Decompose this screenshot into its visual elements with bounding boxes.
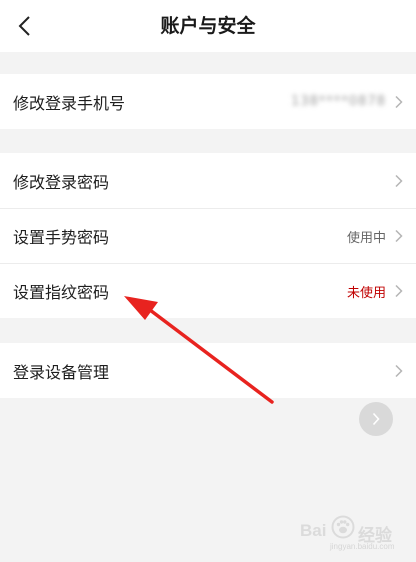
group-passwords: 修改登录密码 设置手势密码 使用中 设置指纹密码 未使用 [0, 153, 416, 318]
baidu-jingyan-watermark: Bai 经验 jingyan.baidu.com [300, 503, 410, 553]
status-in-use: 使用中 [346, 230, 386, 246]
chevron-right-icon [395, 174, 403, 187]
floating-forward-button[interactable] [359, 402, 393, 436]
chevron-right-icon [395, 364, 403, 377]
watermark-brand-left: Bai [300, 521, 327, 540]
chevron-right-icon [372, 412, 380, 426]
set-fingerprint-password-item[interactable]: 设置指纹密码 未使用 [0, 263, 416, 318]
chevron-right-icon [395, 229, 403, 243]
row-label: 设置指纹密码 [13, 283, 110, 302]
page-title: 账户与安全 [160, 15, 256, 37]
chevron-left-icon [18, 16, 30, 36]
change-login-password-item[interactable]: 修改登录密码 [0, 153, 416, 208]
status-unused: 未使用 [346, 285, 386, 301]
paw-logo-icon [331, 515, 355, 539]
row-label: 设置手势密码 [13, 228, 110, 247]
back-button[interactable] [8, 10, 40, 42]
row-label: 修改登录手机号 [13, 93, 126, 113]
login-device-management-item[interactable]: 登录设备管理 [0, 343, 416, 398]
watermark-url: jingyan.baidu.com [330, 542, 395, 551]
set-gesture-password-item[interactable]: 设置手势密码 使用中 [0, 208, 416, 263]
top-bar: 账户与安全 [0, 0, 416, 52]
row-label: 登录设备管理 [13, 362, 110, 382]
group-phone: 修改登录手机号 138****0878 [0, 74, 416, 129]
row-label: 修改登录密码 [13, 172, 110, 192]
change-login-phone-item[interactable]: 修改登录手机号 138****0878 [0, 74, 416, 129]
chevron-right-icon [395, 284, 403, 298]
chevron-right-icon [395, 95, 403, 108]
masked-phone-number: 138****0878 [291, 94, 386, 109]
group-devices: 登录设备管理 [0, 343, 416, 398]
